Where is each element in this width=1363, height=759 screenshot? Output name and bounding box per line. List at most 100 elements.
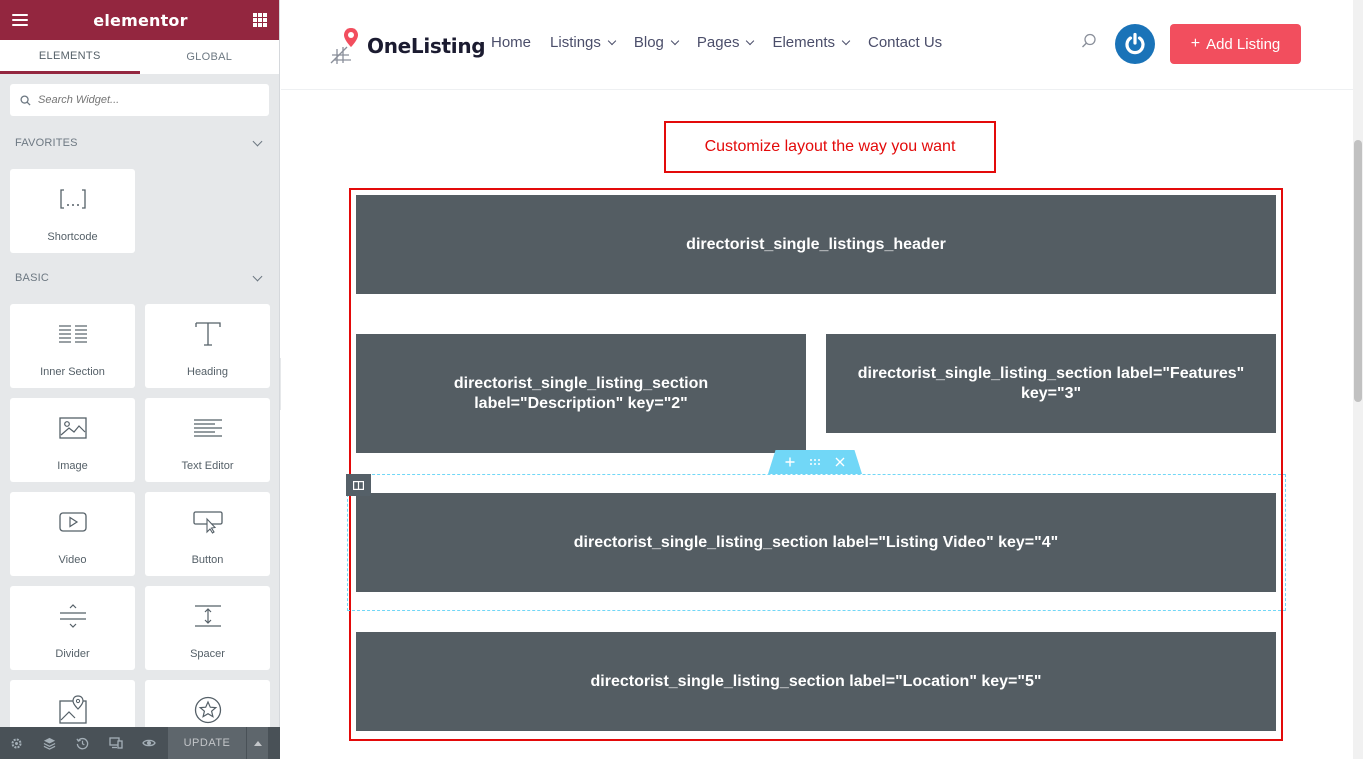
chevron-down-icon xyxy=(670,36,680,45)
widget-video[interactable]: Video xyxy=(10,492,135,576)
caret-up-icon xyxy=(253,740,262,746)
widget-image[interactable]: Image xyxy=(10,398,135,482)
add-section-button[interactable] xyxy=(781,453,799,471)
shortcode-block-location[interactable]: directorist_single_listing_section label… xyxy=(356,632,1276,731)
nav-label: Elements xyxy=(772,34,835,51)
site-logo[interactable]: OneListing xyxy=(329,27,486,65)
shortcode-block-header[interactable]: directorist_single_listings_header xyxy=(356,195,1276,294)
plus-icon xyxy=(785,457,795,467)
divider-icon xyxy=(59,600,87,632)
tab-global[interactable]: GLOBAL xyxy=(139,40,279,74)
nav-item-home[interactable]: Home xyxy=(491,34,531,51)
search-widget-input[interactable] xyxy=(38,94,258,106)
star-icon xyxy=(194,694,222,726)
inner-section-icon xyxy=(58,318,88,350)
shortcode-block-description[interactable]: directorist_single_listing_section label… xyxy=(356,334,806,453)
nav-item-pages[interactable]: Pages xyxy=(696,34,755,51)
plus-icon: + xyxy=(1190,35,1201,52)
panel-footer: UPDATE xyxy=(0,727,280,759)
section-column-handle[interactable] xyxy=(346,474,371,496)
favorites-widgets: Shortcode xyxy=(0,169,279,253)
category-basic[interactable]: BASIC xyxy=(0,267,279,289)
update-button[interactable]: UPDATE xyxy=(168,727,246,759)
widget-divider[interactable]: Divider xyxy=(10,586,135,670)
close-icon xyxy=(835,457,845,467)
category-title: FAVORITES xyxy=(15,137,78,149)
preview-canvas: OneListing Home Listings Blog Pages Elem… xyxy=(281,0,1363,759)
nav-label: Contact Us xyxy=(867,34,943,51)
drag-handle-icon xyxy=(810,459,820,465)
widget-shortcode[interactable]: Shortcode xyxy=(10,169,135,253)
shortcode-block-video[interactable]: directorist_single_listing_section label… xyxy=(356,493,1276,592)
google-maps-icon xyxy=(58,694,87,726)
widget-heading[interactable]: Heading xyxy=(145,304,270,388)
settings-icon[interactable] xyxy=(0,727,33,759)
navigator-icon[interactable] xyxy=(33,727,66,759)
widget-label: Heading xyxy=(187,366,228,378)
widget-label: Image xyxy=(57,460,88,472)
section-toolbar xyxy=(768,450,862,474)
site-search-icon[interactable] xyxy=(1081,33,1097,54)
chevron-down-icon xyxy=(746,36,755,45)
chevron-down-icon xyxy=(607,36,617,45)
update-options-button[interactable] xyxy=(246,727,268,759)
nav-item-blog[interactable]: Blog xyxy=(633,34,680,51)
nav-item-contact-us[interactable]: Contact Us xyxy=(868,34,942,51)
nav-label: Blog xyxy=(633,34,664,51)
widget-button[interactable]: Button xyxy=(145,492,270,576)
chevron-down-icon xyxy=(252,271,263,281)
apps-grid-icon[interactable] xyxy=(253,13,267,27)
search-icon xyxy=(20,94,31,106)
columns-icon xyxy=(353,480,364,490)
preview-icon[interactable] xyxy=(132,727,165,759)
nav-item-listings[interactable]: Listings xyxy=(550,34,617,51)
heading-icon xyxy=(194,318,222,350)
history-icon[interactable] xyxy=(66,727,99,759)
nav-label: Home xyxy=(491,34,532,51)
responsive-icon[interactable] xyxy=(99,727,132,759)
shortcode-block-features[interactable]: directorist_single_listing_section label… xyxy=(826,334,1276,433)
widget-label: Button xyxy=(191,554,224,566)
widget-inner-section[interactable]: Inner Section xyxy=(10,304,135,388)
add-listing-label: Add Listing xyxy=(1206,35,1281,53)
widget-star-rating[interactable] xyxy=(145,680,270,730)
widget-spacer[interactable]: Spacer xyxy=(145,586,270,670)
elementor-panel: elementor ELEMENTS GLOBAL FAVORITES xyxy=(0,0,280,759)
widget-label: Video xyxy=(58,554,87,566)
search-wrapper xyxy=(0,74,279,116)
user-avatar[interactable] xyxy=(1115,24,1155,64)
nav-label: Listings xyxy=(550,34,601,51)
image-icon xyxy=(58,412,87,444)
widget-google-maps[interactable] xyxy=(10,680,135,730)
add-listing-button[interactable]: + Add Listing xyxy=(1170,24,1301,64)
widget-label: Divider xyxy=(55,648,90,660)
chevron-down-icon xyxy=(841,36,851,45)
logo-text: OneListing xyxy=(367,34,486,58)
panel-header: elementor xyxy=(0,0,279,40)
text-editor-icon xyxy=(193,412,223,444)
drag-section-button[interactable] xyxy=(806,453,824,471)
category-title: BASIC xyxy=(15,272,50,284)
search-box xyxy=(10,84,269,116)
category-favorites[interactable]: FAVORITES xyxy=(0,132,279,154)
tab-elements[interactable]: ELEMENTS xyxy=(0,40,140,74)
menu-icon[interactable] xyxy=(12,14,28,26)
elementor-logo: elementor xyxy=(93,10,188,30)
basic-widgets: Inner Section Heading Image Text Editor xyxy=(0,304,279,730)
nav-label: Pages xyxy=(696,34,740,51)
preview-scrollbar-thumb[interactable] xyxy=(1354,140,1362,402)
location-pin-logo-icon xyxy=(330,28,358,64)
delete-section-button[interactable] xyxy=(831,453,849,471)
widget-label: Spacer xyxy=(190,648,225,660)
widget-label: Shortcode xyxy=(47,231,98,243)
nav-item-elements[interactable]: Elements xyxy=(772,34,851,51)
chevron-down-icon xyxy=(252,136,263,146)
widget-text-editor[interactable]: Text Editor xyxy=(145,398,270,482)
button-icon xyxy=(192,506,223,538)
site-header: OneListing Home Listings Blog Pages Elem… xyxy=(281,0,1363,90)
panel-tabs: ELEMENTS GLOBAL xyxy=(0,40,279,74)
shortcode-icon xyxy=(59,183,87,215)
video-icon xyxy=(58,506,87,538)
widget-label: Inner Section xyxy=(40,366,105,378)
widget-label: Text Editor xyxy=(181,460,234,472)
